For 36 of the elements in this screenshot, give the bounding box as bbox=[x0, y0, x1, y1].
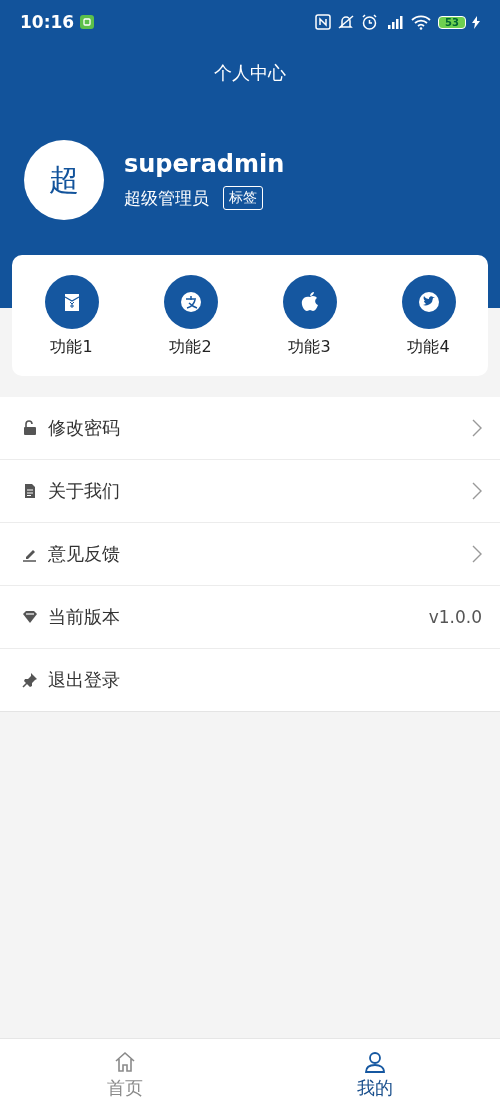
tab[interactable]: 首页 bbox=[0, 1039, 250, 1111]
document-icon bbox=[22, 483, 38, 499]
tab[interactable]: 我的 bbox=[250, 1039, 500, 1111]
menu-item[interactable]: 关于我们 bbox=[0, 459, 500, 522]
menu-item[interactable]: 当前版本 v1.0.0 bbox=[0, 585, 500, 648]
user-tag: 标签 bbox=[223, 186, 263, 210]
gem-icon bbox=[22, 609, 38, 625]
battery-level: 53 bbox=[438, 15, 466, 29]
menu-item[interactable]: 意见反馈 bbox=[0, 522, 500, 585]
menu-item[interactable]: 修改密码 bbox=[0, 397, 500, 459]
person-icon bbox=[363, 1050, 387, 1074]
page-title: 个人中心 bbox=[213, 61, 287, 85]
user-role: 超级管理员 bbox=[124, 186, 209, 210]
app-icon bbox=[80, 15, 95, 29]
chevron-icon bbox=[472, 482, 482, 500]
mute-icon bbox=[337, 14, 356, 30]
version-value: v1.0.0 bbox=[428, 607, 482, 627]
apple-icon[interactable] bbox=[282, 275, 337, 329]
wifi-icon bbox=[410, 14, 433, 30]
alarm-icon bbox=[361, 13, 379, 31]
status-time: 10:16 bbox=[20, 12, 75, 32]
function-label: 功能2 bbox=[169, 337, 212, 358]
chevron-icon bbox=[472, 419, 482, 437]
function-label: 功能3 bbox=[288, 337, 331, 358]
function-label: 功能4 bbox=[407, 337, 450, 358]
avatar: 超 bbox=[24, 140, 104, 220]
function-label: 功能1 bbox=[50, 337, 93, 358]
user-name: superadmin bbox=[124, 150, 285, 178]
pin-icon bbox=[22, 672, 38, 688]
nfc-icon bbox=[315, 14, 332, 30]
charging-icon bbox=[472, 15, 480, 29]
chevron-icon bbox=[472, 545, 482, 563]
lock-icon bbox=[22, 420, 38, 436]
menu-item[interactable]: 退出登录 bbox=[0, 648, 500, 711]
bird-icon[interactable] bbox=[401, 275, 456, 329]
home-icon bbox=[113, 1050, 137, 1074]
